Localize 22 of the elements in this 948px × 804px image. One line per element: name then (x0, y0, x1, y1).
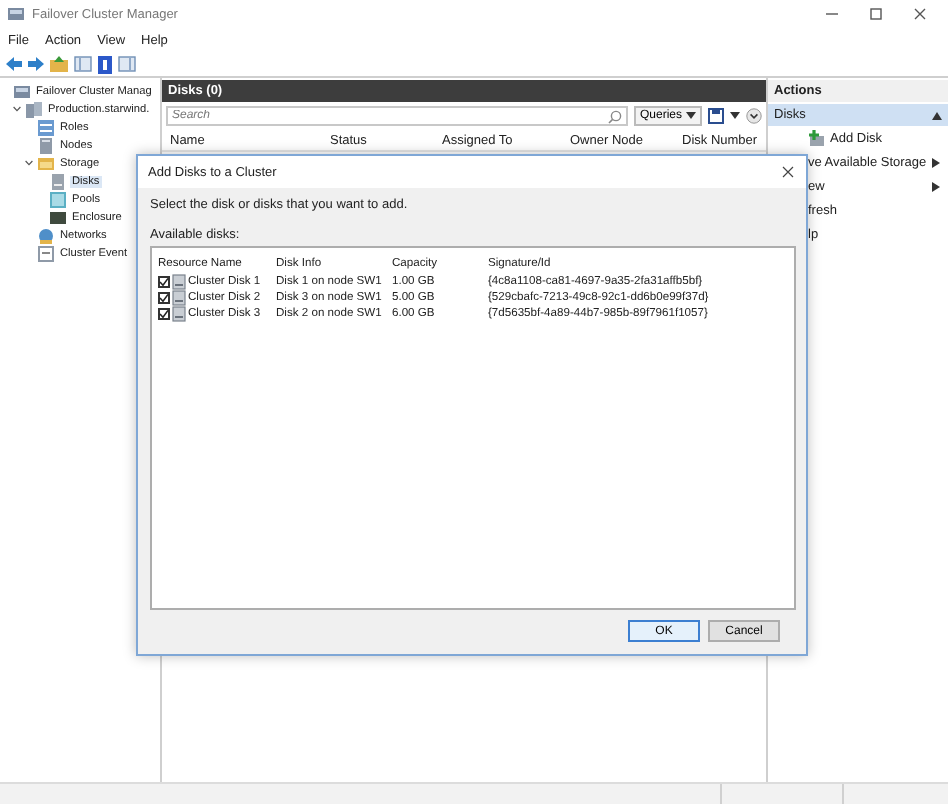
close-icon[interactable] (912, 6, 928, 22)
checkbox[interactable] (158, 308, 170, 320)
maximize-icon[interactable] (868, 6, 884, 22)
caret-icon[interactable] (730, 112, 740, 120)
submenu-arrow-icon (932, 157, 941, 167)
checkbox[interactable] (158, 292, 170, 304)
save-icon[interactable] (708, 108, 724, 124)
folder-up-icon[interactable] (50, 56, 68, 72)
caret-icon (686, 112, 696, 120)
chevron-down-icon[interactable] (12, 104, 22, 114)
back-arrow-icon[interactable] (6, 56, 22, 72)
checkbox[interactable] (158, 276, 170, 288)
collapse-icon[interactable] (746, 108, 762, 124)
app-icon (8, 6, 24, 22)
collapse-arrow-icon[interactable] (932, 111, 943, 119)
submenu-arrow-icon (932, 181, 941, 191)
chevron-down-icon[interactable] (24, 158, 34, 168)
disk-add-icon (808, 130, 824, 146)
forward-arrow-icon[interactable] (28, 56, 44, 72)
close-icon[interactable] (782, 166, 794, 178)
folder-icon (38, 155, 54, 171)
search-icon (607, 109, 622, 123)
